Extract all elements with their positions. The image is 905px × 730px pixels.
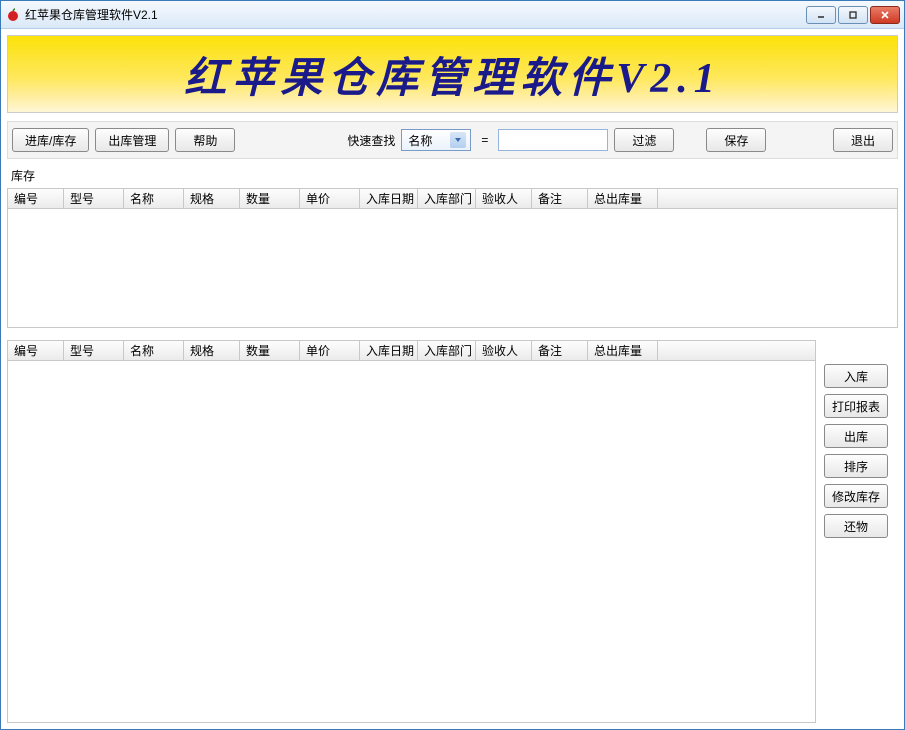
search-field-value: 名称 — [408, 132, 432, 149]
window-title: 红苹果仓库管理软件V2.1 — [25, 6, 806, 23]
maximize-button[interactable] — [838, 6, 868, 24]
close-button[interactable] — [870, 6, 900, 24]
detail-grid-body[interactable] — [8, 361, 815, 722]
col-spec[interactable]: 规格 — [184, 189, 240, 208]
inventory-grid[interactable]: 编号 型号 名称 规格 数量 单价 入库日期 入库部门 验收人 备注 总出库量 — [7, 188, 898, 328]
stock-out-action-button[interactable]: 出库 — [824, 424, 888, 448]
col-price[interactable]: 单价 — [300, 341, 360, 360]
col-inspector[interactable]: 验收人 — [476, 341, 532, 360]
exit-button[interactable]: 退出 — [833, 128, 893, 152]
banner-title: 红苹果仓库管理软件V2.1 — [184, 44, 721, 105]
col-indate[interactable]: 入库日期 — [360, 341, 418, 360]
minimize-button[interactable] — [806, 6, 836, 24]
inventory-section-label: 库存 — [7, 165, 898, 186]
return-item-button[interactable]: 还物 — [824, 514, 888, 538]
col-id[interactable]: 编号 — [8, 189, 64, 208]
search-field-combo[interactable]: 名称 — [401, 129, 471, 151]
detail-grid[interactable]: 编号 型号 名称 规格 数量 单价 入库日期 入库部门 验收人 备注 总出库量 — [7, 340, 816, 723]
toolbar: 进库/库存 出库管理 帮助 快速查找 名称 = 过滤 保存 退出 — [7, 121, 898, 159]
col-remark[interactable]: 备注 — [532, 341, 588, 360]
side-action-panel: 入库 打印报表 出库 排序 修改库存 还物 — [824, 334, 898, 723]
quick-search-label: 快速查找 — [347, 132, 395, 149]
col-spec[interactable]: 规格 — [184, 341, 240, 360]
window-controls — [806, 6, 900, 24]
col-total-out[interactable]: 总出库量 — [588, 341, 658, 360]
bottom-left: 编号 型号 名称 规格 数量 单价 入库日期 入库部门 验收人 备注 总出库量 — [7, 334, 816, 723]
titlebar: 红苹果仓库管理软件V2.1 — [1, 1, 904, 29]
stock-out-mgmt-button[interactable]: 出库管理 — [95, 128, 169, 152]
save-button[interactable]: 保存 — [706, 128, 766, 152]
app-window: 红苹果仓库管理软件V2.1 红苹果仓库管理软件V2.1 进库/库存 出库管理 帮… — [0, 0, 905, 730]
col-name[interactable]: 名称 — [124, 341, 184, 360]
banner: 红苹果仓库管理软件V2.1 — [7, 35, 898, 113]
col-id[interactable]: 编号 — [8, 341, 64, 360]
inventory-grid-header: 编号 型号 名称 规格 数量 单价 入库日期 入库部门 验收人 备注 总出库量 — [8, 189, 897, 209]
detail-grid-header: 编号 型号 名称 规格 数量 单价 入库日期 入库部门 验收人 备注 总出库量 — [8, 341, 815, 361]
col-indept[interactable]: 入库部门 — [418, 341, 476, 360]
col-inspector[interactable]: 验收人 — [476, 189, 532, 208]
print-report-button[interactable]: 打印报表 — [824, 394, 888, 418]
col-total-out[interactable]: 总出库量 — [588, 189, 658, 208]
col-model[interactable]: 型号 — [64, 189, 124, 208]
col-price[interactable]: 单价 — [300, 189, 360, 208]
help-button[interactable]: 帮助 — [175, 128, 235, 152]
col-indept[interactable]: 入库部门 — [418, 189, 476, 208]
col-indate[interactable]: 入库日期 — [360, 189, 418, 208]
search-value-input[interactable] — [498, 129, 608, 151]
stock-in-button[interactable]: 进库/库存 — [12, 128, 89, 152]
app-icon — [5, 7, 21, 23]
equals-label: = — [481, 133, 488, 147]
col-qty[interactable]: 数量 — [240, 341, 300, 360]
edit-inventory-button[interactable]: 修改库存 — [824, 484, 888, 508]
col-model[interactable]: 型号 — [64, 341, 124, 360]
stock-in-action-button[interactable]: 入库 — [824, 364, 888, 388]
filter-button[interactable]: 过滤 — [614, 128, 674, 152]
bottom-layout: 编号 型号 名称 规格 数量 单价 入库日期 入库部门 验收人 备注 总出库量 — [7, 334, 898, 723]
col-name[interactable]: 名称 — [124, 189, 184, 208]
content-area: 红苹果仓库管理软件V2.1 进库/库存 出库管理 帮助 快速查找 名称 = 过滤… — [1, 29, 904, 729]
chevron-down-icon — [450, 132, 466, 148]
sort-button[interactable]: 排序 — [824, 454, 888, 478]
col-qty[interactable]: 数量 — [240, 189, 300, 208]
col-remark[interactable]: 备注 — [532, 189, 588, 208]
